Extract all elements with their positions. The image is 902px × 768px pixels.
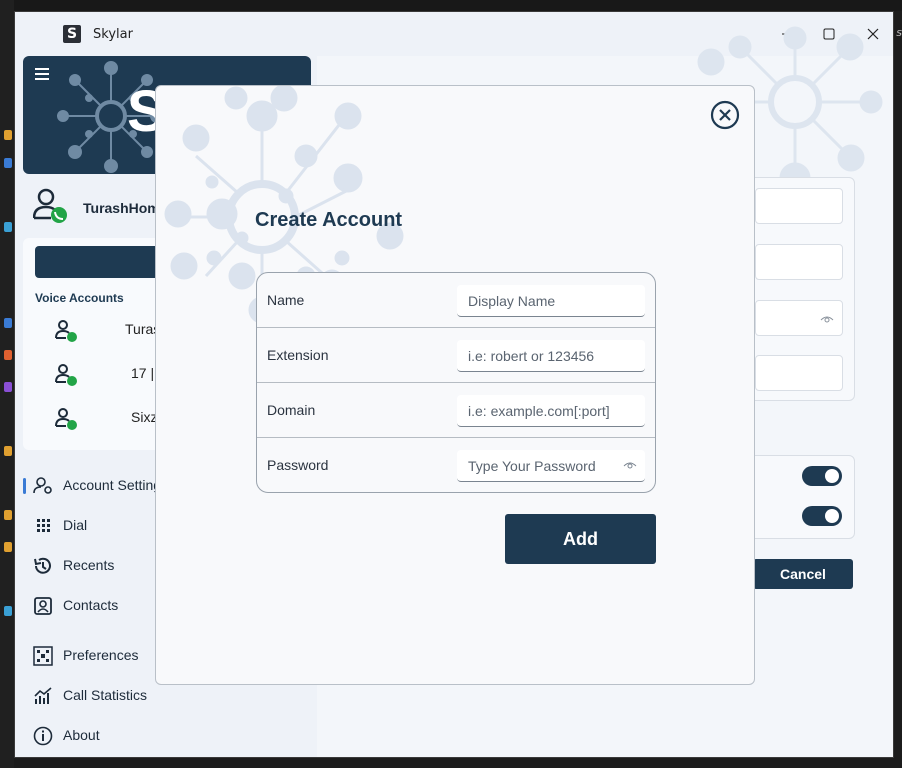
background-password-field[interactable] — [755, 300, 843, 336]
background-input-field[interactable] — [755, 355, 843, 391]
desktop-top-strip — [0, 0, 902, 11]
name-label: Name — [267, 292, 305, 308]
form-row-password: Password — [257, 438, 655, 492]
password-label: Password — [267, 457, 329, 473]
taskbar-app-icon[interactable] — [4, 158, 12, 168]
nav-label: Preferences — [63, 647, 139, 663]
voice-accounts-title: Voice Accounts — [35, 291, 124, 305]
form-row-extension: Extension — [257, 328, 655, 383]
about-icon — [33, 726, 53, 746]
recents-icon — [34, 557, 51, 574]
nav-label: Contacts — [63, 597, 119, 613]
extension-input[interactable] — [457, 340, 645, 372]
preferences-icon — [33, 646, 53, 666]
account-form: Name Extension Domain Password — [256, 272, 656, 493]
voice-account-label: 17 | — [131, 365, 155, 381]
background-toggle-switch[interactable] — [802, 506, 842, 526]
desktop-edge-text: s — [896, 26, 902, 39]
voice-account-label: Sixz — [131, 409, 158, 425]
user-online-icon — [55, 408, 77, 430]
user-online-icon — [55, 320, 77, 342]
taskbar-app-icon[interactable] — [4, 222, 12, 232]
form-row-domain: Domain — [257, 383, 655, 438]
maximize-icon[interactable] — [817, 22, 841, 46]
nav-active-indicator — [23, 478, 26, 494]
user-online-icon — [33, 188, 67, 223]
account-settings-icon — [33, 477, 52, 494]
background-toggle-switch[interactable] — [802, 466, 842, 486]
show-password-icon[interactable] — [820, 314, 834, 324]
title-bar[interactable]: S Skylar — [15, 12, 893, 56]
close-dialog-icon[interactable] — [710, 100, 740, 130]
nav-label: Call Statistics — [63, 687, 148, 703]
nav-label: About — [63, 727, 100, 743]
add-account-submit-button[interactable]: Add — [505, 514, 656, 564]
create-account-dialog: Create Account Name Extension Domain Pas… — [155, 85, 755, 685]
taskbar-app-icon[interactable] — [4, 318, 12, 328]
form-row-name: Name — [257, 273, 655, 328]
show-password-icon[interactable] — [623, 460, 637, 470]
background-input-field[interactable] — [755, 244, 843, 280]
contacts-icon — [34, 597, 52, 615]
profile-name: TurashHom — [83, 200, 160, 216]
app-logo-icon: S — [63, 25, 81, 43]
extension-label: Extension — [267, 347, 329, 363]
taskbar-folder-icon[interactable] — [4, 542, 12, 552]
taskbar-app-icon[interactable] — [4, 350, 12, 360]
background-input-field[interactable] — [755, 188, 843, 224]
user-online-icon — [55, 364, 77, 386]
hamburger-menu-icon[interactable] — [35, 68, 49, 80]
domain-input[interactable] — [457, 395, 645, 427]
dialpad-icon — [37, 519, 50, 532]
nav-label: Account Setting — [63, 477, 162, 493]
domain-label: Domain — [267, 402, 316, 418]
call-statistics-icon — [34, 687, 52, 704]
dialog-title: Create Account — [255, 209, 403, 231]
minimize-icon[interactable] — [775, 22, 799, 46]
app-title: Skylar — [93, 27, 133, 42]
taskbar-folder-icon[interactable] — [4, 510, 12, 520]
taskbar-folder-icon[interactable] — [4, 446, 12, 456]
nav-label: Recents — [63, 557, 115, 573]
desktop-taskbar-edge — [0, 0, 14, 768]
taskbar-app-icon[interactable] — [4, 606, 12, 616]
display-name-input[interactable] — [457, 285, 645, 317]
close-window-icon[interactable] — [861, 22, 885, 46]
password-input[interactable] — [457, 450, 645, 482]
taskbar-app-icon[interactable] — [4, 382, 12, 392]
cancel-button[interactable]: Cancel — [753, 559, 853, 589]
nav-label: Dial — [63, 517, 88, 533]
nav-item-about[interactable]: About — [23, 718, 313, 754]
taskbar-folder-icon[interactable] — [4, 130, 12, 140]
